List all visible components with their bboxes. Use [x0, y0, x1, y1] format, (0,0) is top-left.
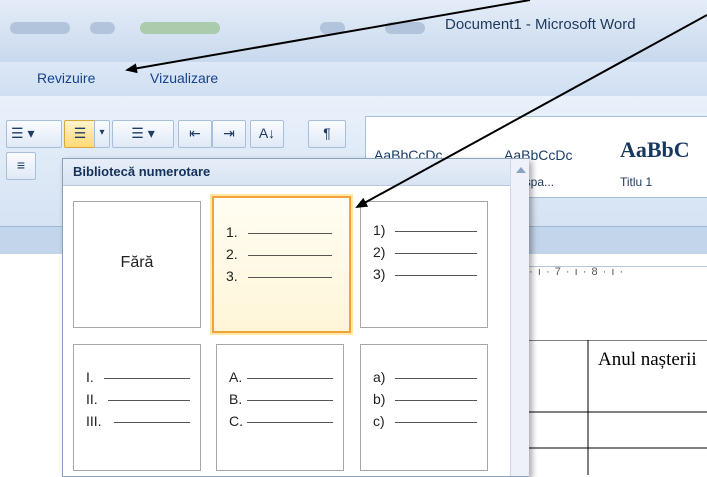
numbering-library-dropdown: Bibliotecă numerotare Fără 1. 2. 3. 1) 2… [62, 158, 529, 477]
placeholder-line [247, 422, 333, 423]
numbering-item: b) [373, 391, 386, 407]
placeholder-line [248, 233, 332, 234]
window-title: Document1 - Microsoft Word [445, 16, 636, 33]
placeholder-line [395, 231, 477, 232]
bullets-button[interactable]: ☰ ▾ [6, 120, 62, 148]
numbering-item: 3. [226, 268, 238, 284]
decrease-indent-icon: ⇤ [189, 125, 201, 141]
quick-access-item[interactable] [385, 22, 425, 34]
ribbon-tabs: Revizuire Vizualizare [0, 62, 707, 97]
align-left-button[interactable]: ≡ [6, 152, 36, 180]
placeholder-line [395, 253, 477, 254]
ruler-marks: 6 · ı · 7 · ı · 8 · ı · [518, 266, 625, 278]
sort-icon: A↓ [258, 125, 276, 141]
title-bar: Document1 - Microsoft Word [0, 0, 707, 62]
bullets-icon: ☰ ▾ [11, 125, 35, 141]
placeholder-line [104, 378, 190, 379]
numbering-option-lower-alpha-paren[interactable]: a) b) c) [360, 344, 488, 471]
placeholder-line [395, 400, 477, 401]
style-preview: AaBbC [620, 137, 690, 162]
quick-access-item[interactable] [90, 22, 115, 34]
chevron-down-icon: ▾ [99, 127, 105, 138]
numbering-option-1-paren[interactable]: 1) 2) 3) [360, 201, 488, 328]
numbering-option-1-dot[interactable]: 1. 2. 3. [212, 196, 351, 333]
style-name: Titlu 1 [620, 175, 653, 189]
multilevel-list-icon: ☰ ▾ [131, 125, 155, 141]
placeholder-line [395, 422, 477, 423]
numbering-item: 1) [373, 222, 386, 238]
dropdown-scrollbar[interactable] [510, 159, 529, 476]
sort-button[interactable]: A↓ [250, 120, 284, 148]
style-heading-1[interactable]: AaBbC Titlu 1 [612, 117, 707, 197]
placeholder-line [247, 378, 333, 379]
align-left-icon: ≡ [16, 157, 26, 173]
numbering-item: 2. [226, 246, 238, 262]
tab-revizuire[interactable]: Revizuire [37, 70, 95, 86]
tab-vizualizare[interactable]: Vizualizare [150, 70, 218, 86]
show-formatting-button[interactable]: ¶ [308, 120, 346, 148]
numbering-item: III. [86, 413, 102, 429]
quick-access-item[interactable] [140, 22, 220, 34]
placeholder-line [248, 277, 332, 278]
numbering-item: II. [86, 391, 98, 407]
numbering-item: 2) [373, 244, 386, 260]
numbering-item: c) [373, 413, 385, 429]
numbering-item: C. [229, 413, 243, 429]
numbering-item: B. [229, 391, 243, 407]
numbering-dropdown-arrow[interactable]: ▾ [94, 120, 110, 148]
scroll-up-icon[interactable] [516, 167, 526, 173]
numbering-library-title: Bibliotecă numerotare [73, 164, 211, 179]
numbering-item: A. [229, 369, 243, 385]
increase-indent-icon: ⇥ [223, 125, 235, 141]
numbering-item: 1. [226, 224, 238, 240]
quick-access-item[interactable] [320, 22, 345, 34]
numbering-option-roman[interactable]: I. II. III. [73, 344, 201, 471]
placeholder-line [114, 422, 190, 423]
numbering-item: a) [373, 369, 386, 385]
placeholder-line [108, 400, 190, 401]
none-label: Fără [120, 254, 154, 271]
numbering-item: I. [86, 369, 94, 385]
placeholder-line [395, 378, 477, 379]
placeholder-line [248, 255, 332, 256]
show-formatting-icon: ¶ [323, 125, 331, 141]
decrease-indent-button[interactable]: ⇤ [178, 120, 212, 148]
placeholder-line [395, 275, 477, 276]
increase-indent-button[interactable]: ⇥ [212, 120, 246, 148]
numbering-button[interactable]: ☰ [64, 120, 96, 148]
numbering-item: 3) [373, 266, 386, 282]
numbering-icon: ☰ [73, 125, 87, 141]
numbering-library-header: Bibliotecă numerotare [63, 159, 510, 186]
numbering-option-upper-alpha[interactable]: A. B. C. [216, 344, 344, 471]
numbering-option-none[interactable]: Fără [73, 201, 201, 328]
placeholder-line [247, 400, 333, 401]
table-cell[interactable]: Anul nașterii [598, 348, 707, 371]
quick-access-toolbar[interactable] [10, 22, 70, 34]
multilevel-list-button[interactable]: ☰ ▾ [112, 120, 174, 148]
